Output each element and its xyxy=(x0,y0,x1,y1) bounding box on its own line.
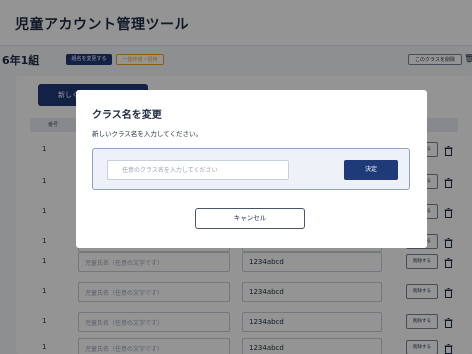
rename-class-modal: クラス名を変更 新しいクラス名を入力してください。 決定 キャンセル xyxy=(76,90,427,248)
app-window: 児童アカウント管理ツール 6年1組 組名を変更する 一括作成・招待 このクラスを… xyxy=(0,0,472,354)
decide-button[interactable]: 決定 xyxy=(344,160,398,180)
modal-title: クラス名を変更 xyxy=(92,110,162,121)
modal-subtitle: 新しいクラス名を入力してください。 xyxy=(92,130,202,138)
class-name-input[interactable] xyxy=(107,160,289,180)
cancel-button[interactable]: キャンセル xyxy=(195,208,305,229)
modal-input-panel: 決定 xyxy=(92,148,410,190)
